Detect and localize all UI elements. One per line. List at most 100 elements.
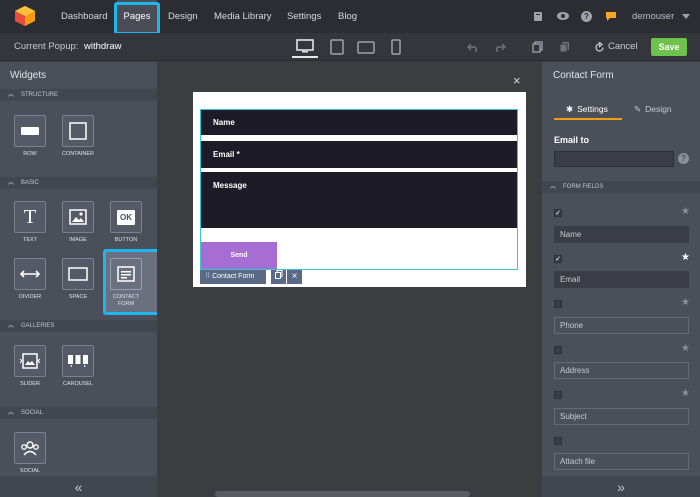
tab-design-label: Design xyxy=(645,104,672,114)
widget-container[interactable]: CONTAINER xyxy=(56,115,100,158)
tablet-landscape-view-icon[interactable] xyxy=(353,36,379,58)
text-icon: T xyxy=(14,201,46,233)
properties-panel-title: Contact Form xyxy=(553,70,614,81)
drag-handle-icon[interactable]: ⠿ xyxy=(205,273,210,280)
editor-toolbar: Current Popup: withdraw Cancel xyxy=(0,33,700,61)
button-icon-glyph: OK xyxy=(117,209,135,225)
contact-form-widget-highlight xyxy=(103,249,164,315)
collapse-left-panel-button[interactable]: « xyxy=(0,476,157,497)
field-phone-checkbox[interactable] xyxy=(554,300,562,308)
required-star-icon[interactable]: ★ xyxy=(681,388,690,399)
field-email-checkbox[interactable]: ✓ xyxy=(554,255,562,263)
required-star-icon[interactable]: ★ xyxy=(681,206,690,217)
required-star-icon[interactable]: ★ xyxy=(681,252,690,263)
email-to-input[interactable] xyxy=(554,151,674,167)
widget-text[interactable]: T TEXT xyxy=(8,201,52,244)
widget-button-label: BUTTON xyxy=(114,237,138,243)
help-icon[interactable]: ? xyxy=(580,10,592,22)
cancel-refresh-icon[interactable] xyxy=(593,41,605,53)
nav-media-library[interactable]: Media Library xyxy=(214,0,272,33)
widget-button[interactable]: OK BUTTON xyxy=(104,201,148,244)
widget-social-label: SOCIAL xyxy=(19,468,41,474)
section-basic-label: BASIC xyxy=(21,180,40,186)
widget-space-label: SPACE xyxy=(68,294,88,300)
widget-divider[interactable]: DIVIDER xyxy=(8,258,52,301)
paste-icon[interactable] xyxy=(558,40,570,54)
duplicate-element-icon[interactable] xyxy=(271,270,286,284)
copy-icon[interactable] xyxy=(531,40,543,54)
row-icon xyxy=(14,115,46,147)
image-icon xyxy=(62,201,94,233)
desktop-view-icon[interactable] xyxy=(292,36,318,58)
chevron-up-icon: ︽ xyxy=(8,410,15,416)
field-address-checkbox[interactable] xyxy=(554,346,562,354)
widget-text-label: TEXT xyxy=(22,237,38,243)
nav-design[interactable]: Design xyxy=(168,0,198,33)
field-phone-input[interactable]: Phone xyxy=(554,317,689,334)
current-popup-label: Current Popup: xyxy=(14,41,79,52)
mobile-view-icon[interactable] xyxy=(383,36,409,58)
field-attach-file-input[interactable]: Attach file xyxy=(554,453,689,470)
properties-tabs: ✱ Settings ✎ Design xyxy=(554,98,690,120)
widget-row-label: ROW xyxy=(23,151,37,157)
section-galleries[interactable]: ︽ GALLERIES xyxy=(0,320,157,332)
element-tag[interactable]: ⠿ Contact Form xyxy=(200,270,266,284)
field-attach-file-checkbox[interactable] xyxy=(554,437,562,445)
cancel-button[interactable]: Cancel xyxy=(608,33,638,61)
element-tag-label: Contact Form xyxy=(212,273,255,280)
current-popup-value[interactable]: withdraw xyxy=(84,33,122,61)
required-star-icon[interactable]: ★ xyxy=(681,343,690,354)
tab-design[interactable]: ✎ Design xyxy=(624,98,690,120)
book-icon[interactable] xyxy=(532,10,544,22)
field-name-checkbox[interactable]: ✓ xyxy=(554,209,562,217)
widget-space[interactable]: SPACE xyxy=(56,258,100,301)
container-icon xyxy=(62,115,94,147)
field-subject-checkbox[interactable] xyxy=(554,391,562,399)
required-star-icon[interactable]: ★ xyxy=(681,297,690,308)
section-social[interactable]: ︽ SOCIAL xyxy=(0,407,157,419)
section-structure[interactable]: ︽ STRUCTURE xyxy=(0,89,157,101)
chevron-up-icon: ︽ xyxy=(8,323,15,329)
user-menu[interactable]: demouser xyxy=(632,0,674,33)
delete-element-icon[interactable]: × xyxy=(287,270,302,284)
redo-icon[interactable] xyxy=(493,41,507,53)
field-address-input[interactable]: Address xyxy=(554,362,689,379)
save-button[interactable]: Save xyxy=(651,38,687,56)
top-navigation: Dashboard Pages Design Media Library Set… xyxy=(0,0,700,33)
widget-carousel[interactable]: CAROUSEL xyxy=(56,345,100,388)
divider-icon xyxy=(14,258,46,290)
canvas-scrollbar[interactable] xyxy=(215,491,470,497)
chat-icon[interactable] xyxy=(604,10,618,22)
field-name-input[interactable]: Name xyxy=(554,226,689,243)
tab-settings[interactable]: ✱ Settings xyxy=(554,98,622,120)
nav-settings[interactable]: Settings xyxy=(287,0,321,33)
widget-social[interactable]: SOCIAL xyxy=(8,432,52,475)
widgets-panel-title: Widgets xyxy=(10,70,47,81)
chevron-up-icon: ︽ xyxy=(550,184,557,190)
eye-icon[interactable] xyxy=(556,10,570,22)
field-email-input[interactable]: Email xyxy=(554,271,689,288)
collapse-right-panel-button[interactable]: » xyxy=(542,476,700,497)
section-basic[interactable]: ︽ BASIC xyxy=(0,177,157,189)
chevron-down-icon[interactable] xyxy=(681,12,691,20)
app-logo-icon[interactable] xyxy=(14,5,36,27)
close-popup-icon[interactable]: × xyxy=(513,73,521,88)
widget-slider[interactable]: SLIDER xyxy=(8,345,52,388)
nav-blog[interactable]: Blog xyxy=(338,0,357,33)
form-fields-section[interactable]: ︽ FORM FIELDS xyxy=(542,181,700,193)
selection-outline xyxy=(200,109,518,270)
section-galleries-label: GALLERIES xyxy=(21,323,55,329)
widget-image-label: IMAGE xyxy=(69,237,87,243)
widget-image[interactable]: IMAGE xyxy=(56,201,100,244)
help-icon[interactable]: ? xyxy=(678,153,689,164)
field-subject-input[interactable]: Subject xyxy=(554,408,689,425)
double-chevron-left-icon: « xyxy=(74,478,83,495)
chevron-up-icon: ︽ xyxy=(8,180,15,186)
tablet-view-icon[interactable] xyxy=(324,36,350,58)
widget-container-label: CONTAINER xyxy=(62,151,94,157)
nav-dashboard[interactable]: Dashboard xyxy=(61,0,107,33)
undo-icon[interactable] xyxy=(466,41,480,53)
widget-row[interactable]: ROW xyxy=(8,115,52,158)
social-icon xyxy=(14,432,46,464)
widget-slider-label: SLIDER xyxy=(20,381,40,387)
